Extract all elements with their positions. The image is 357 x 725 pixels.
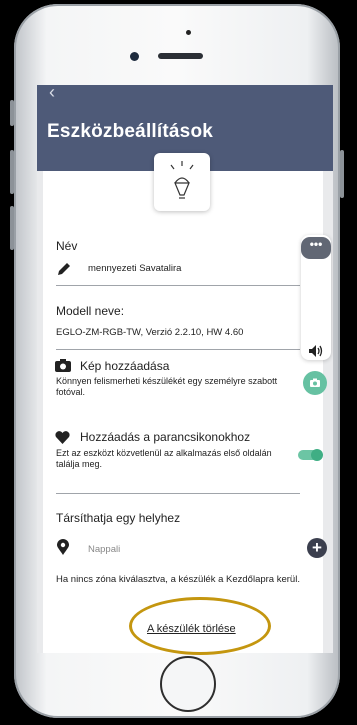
proximity-sensor bbox=[186, 30, 191, 35]
page-title: Eszközbeállítások bbox=[47, 121, 214, 142]
pencil-icon bbox=[58, 263, 70, 275]
highlight-ellipse bbox=[129, 597, 271, 655]
location-input[interactable]: Nappali bbox=[88, 544, 120, 555]
more-options-button[interactable]: ••• bbox=[301, 237, 331, 259]
toggle-knob bbox=[311, 449, 323, 461]
device-icon-box[interactable] bbox=[154, 153, 210, 211]
add-image-title[interactable]: Kép hozzáadása bbox=[80, 359, 169, 373]
shortcut-toggle[interactable] bbox=[298, 448, 328, 462]
name-label: Név bbox=[56, 239, 78, 253]
front-camera bbox=[130, 52, 139, 61]
app-screen: ‹ Eszközbeállítások Név mennyezeti Savat… bbox=[37, 85, 333, 653]
mute-switch bbox=[10, 100, 14, 126]
location-pin-icon bbox=[57, 539, 69, 555]
shortcut-description: Ezt az eszközt közvetlenül az alkalmazás… bbox=[56, 448, 272, 469]
camera-icon bbox=[310, 378, 320, 387]
divider bbox=[56, 349, 300, 350]
lightbulb-icon bbox=[170, 161, 194, 199]
earpiece-speaker bbox=[158, 53, 203, 59]
volume-up-button bbox=[10, 150, 14, 194]
add-photo-button[interactable] bbox=[303, 371, 327, 395]
home-button[interactable] bbox=[160, 656, 216, 712]
location-note: Ha nincs zóna kiválasztva, a készülék a … bbox=[56, 574, 300, 585]
model-value: EGLO-ZM-RGB-TW, Verzió 2.2.10, HW 4.60 bbox=[56, 327, 244, 338]
add-location-button[interactable]: + bbox=[307, 538, 327, 558]
add-image-description: Könnyen felismerheti készülékét egy szem… bbox=[56, 376, 278, 397]
shortcut-title: Hozzáadás a parancsikonokhoz bbox=[80, 430, 251, 444]
divider bbox=[56, 285, 300, 286]
power-button bbox=[340, 150, 344, 198]
divider bbox=[56, 493, 300, 494]
device-name-input[interactable]: mennyezeti Savatalira bbox=[88, 263, 181, 274]
volume-down-button bbox=[10, 206, 14, 250]
camera-icon bbox=[55, 359, 71, 372]
location-label: Társíthatja egy helyhez bbox=[56, 511, 181, 525]
back-button[interactable]: ‹ bbox=[49, 85, 55, 101]
heart-icon bbox=[55, 431, 70, 444]
speaker-icon bbox=[309, 345, 323, 357]
model-label: Modell neve: bbox=[56, 304, 125, 318]
